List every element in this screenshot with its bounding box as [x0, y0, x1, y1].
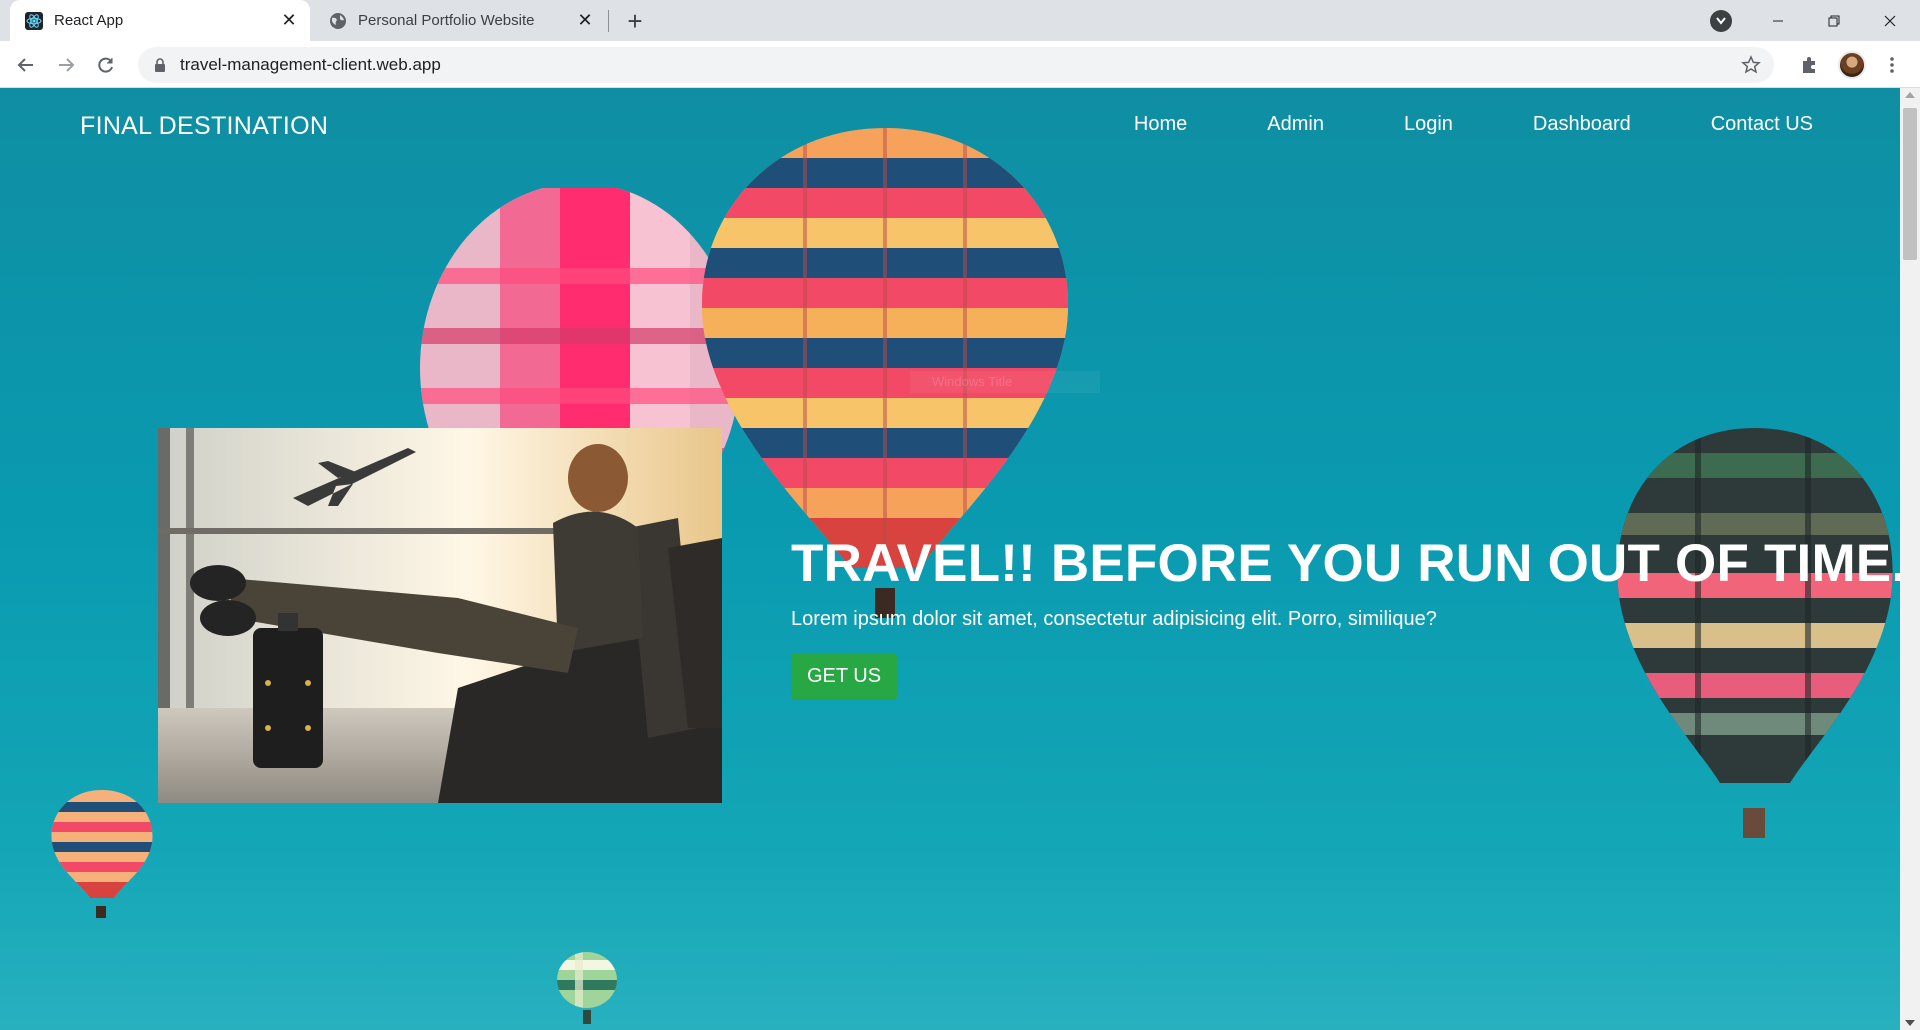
faded-watermark: Windows Title	[910, 371, 1100, 393]
close-tab-icon[interactable]: ✕	[278, 10, 300, 32]
balloon-image	[51, 790, 153, 918]
forward-icon[interactable]	[50, 49, 82, 81]
tab-title: React App	[54, 12, 124, 29]
react-icon	[24, 11, 44, 31]
tab-separator	[608, 10, 609, 32]
reload-icon[interactable]	[90, 49, 122, 81]
globe-icon	[328, 11, 348, 31]
site-brand[interactable]: FINAL DESTINATION	[80, 112, 328, 141]
tab-title: Personal Portfolio Website	[358, 12, 535, 29]
nav-link-dashboard[interactable]: Dashboard	[1533, 113, 1631, 136]
balloon-image	[557, 952, 617, 1024]
nav-link-contact[interactable]: Contact US	[1711, 113, 1813, 136]
nav-link-home[interactable]: Home	[1134, 113, 1187, 136]
scroll-up-arrow-icon[interactable]	[1905, 92, 1915, 98]
address-bar[interactable]: travel-management-client.web.app	[138, 47, 1774, 83]
bookmark-star-icon[interactable]	[1740, 54, 1762, 76]
tab-personal-portfolio[interactable]: Personal Portfolio Website ✕	[314, 0, 606, 41]
extensions-puzzle-icon[interactable]	[1797, 53, 1821, 77]
minimize-icon[interactable]	[1750, 0, 1806, 41]
site-navbar: FINAL DESTINATION Home Admin Login Dashb…	[0, 88, 1900, 164]
new-tab-icon[interactable]: +	[622, 6, 648, 36]
lock-icon[interactable]	[152, 57, 168, 73]
restore-icon[interactable]	[1806, 0, 1862, 41]
profile-avatar[interactable]	[1838, 51, 1866, 79]
browser-toolbar: travel-management-client.web.app	[0, 41, 1920, 88]
page-viewport: Windows Title FINAL DESTINATION Home Adm…	[0, 88, 1900, 1030]
scroll-down-arrow-icon[interactable]	[1905, 1020, 1915, 1026]
hero-subtitle: Lorem ipsum dolor sit amet, consectetur …	[791, 608, 1437, 630]
hero-section: TRAVEL!! BEFORE YOU RUN OUT OF TIME. Lor…	[791, 533, 1900, 700]
get-us-button[interactable]: GET US	[791, 653, 898, 700]
hero-title: TRAVEL!! BEFORE YOU RUN OUT OF TIME.	[791, 534, 1900, 593]
page-scrollbar[interactable]	[1900, 88, 1920, 1030]
tab-react-app[interactable]: React App ✕	[10, 0, 310, 41]
close-window-icon[interactable]	[1862, 0, 1918, 41]
nav-link-login[interactable]: Login	[1404, 113, 1453, 136]
hero-image	[158, 428, 722, 803]
url-text: travel-management-client.web.app	[180, 55, 441, 74]
tab-search-icon[interactable]	[1710, 10, 1732, 32]
more-menu-icon[interactable]	[1880, 53, 1904, 77]
close-tab-icon[interactable]: ✕	[574, 10, 596, 32]
tab-strip: React App ✕ Personal Portfolio Website ✕…	[0, 0, 1920, 41]
scroll-thumb[interactable]	[1903, 108, 1917, 260]
nav-links: Home Admin Login Dashboard Contact US	[1134, 113, 1813, 136]
nav-link-admin[interactable]: Admin	[1267, 113, 1324, 136]
back-icon[interactable]	[10, 49, 42, 81]
